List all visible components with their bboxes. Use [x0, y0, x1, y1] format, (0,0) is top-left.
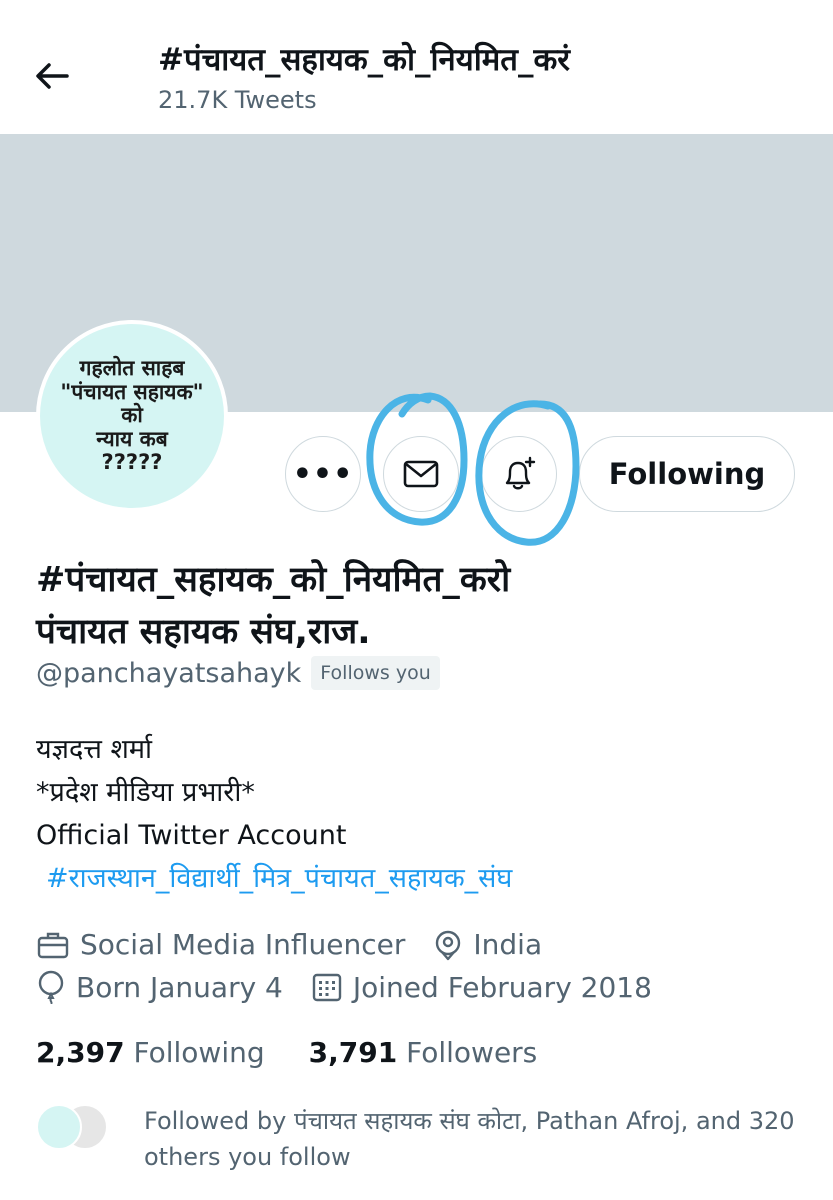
profile-bio: यज्ञदत्त शर्मा *प्रदेश मीडिया प्रभारी* O…: [36, 728, 512, 900]
meta-row-2: Born January 4 Joined February 2018: [36, 970, 652, 1004]
notifications-button[interactable]: [481, 436, 557, 512]
profile-handle: @panchayatsahayk: [36, 657, 302, 689]
bio-hashtag-link[interactable]: #राजस्थान_विद्यार्थी_मित्र_पंचायत_सहायक_…: [36, 857, 512, 900]
category-item: Social Media Influencer: [36, 928, 405, 961]
follows-you-badge: Follows you: [311, 656, 440, 690]
location-text: India: [473, 928, 543, 961]
avatar-text-line: गहलोत साहब: [79, 356, 185, 381]
bio-line: Official Twitter Account: [36, 820, 347, 851]
calendar-icon: [312, 973, 342, 1002]
more-icon: •••: [292, 456, 354, 492]
location-item: India: [433, 928, 542, 961]
tweet-count: 21.7K Tweets: [158, 86, 317, 114]
followers-label: Followers: [406, 1036, 538, 1069]
birthday-item: Born January 4: [36, 970, 283, 1004]
joined-text: Joined February 2018: [352, 970, 652, 1004]
balloon-icon: [38, 970, 64, 1004]
avatar[interactable]: गहलोत साहब "पंचायत सहायक" को न्याय कब ??…: [36, 320, 228, 512]
handle-row: @panchayatsahayk Follows you: [36, 656, 440, 690]
following-button[interactable]: Following: [579, 436, 795, 512]
avatar-text-line: "पंचायत सहायक": [60, 379, 204, 404]
bio-line: यज्ञदत्त शर्मा: [36, 734, 153, 765]
profile-name: #पंचायत_सहायक_को_नियमित_करो पंचायत सहायक…: [36, 554, 510, 658]
more-button[interactable]: •••: [285, 436, 361, 512]
header-title: #पंचायत_सहायक_को_नियमित_करं: [158, 42, 570, 78]
category-text: Social Media Influencer: [80, 928, 406, 961]
briefcase-icon: [37, 932, 69, 958]
profile-name-line: पंचायत सहायक संघ,राज.: [36, 612, 371, 652]
follow-stats: 2,397 Following 3,791 Followers: [36, 1036, 537, 1069]
avatar-text-line: ?????: [101, 450, 163, 475]
meta-row-1: Social Media Influencer India: [36, 928, 542, 961]
location-pin-icon: [436, 930, 461, 960]
following-label: Following: [133, 1036, 265, 1069]
avatar-text-line: को: [121, 403, 143, 428]
profile-name-line: #पंचायत_सहायक_को_नियमित_करो: [36, 560, 511, 600]
mail-icon: [403, 460, 439, 488]
following-stat-link[interactable]: 2,397 Following: [36, 1036, 265, 1069]
back-arrow-icon: [36, 63, 69, 89]
message-button[interactable]: [383, 436, 459, 512]
joined-item: Joined February 2018: [311, 971, 652, 1004]
followed-by-text[interactable]: Followed by पंचायत सहायक संघ कोटा, Patha…: [144, 1103, 804, 1175]
followed-avatar: [36, 1104, 82, 1150]
bell-plus-icon: [505, 456, 536, 490]
avatar-text-line: न्याय कब: [96, 426, 168, 451]
following-count: 2,397: [36, 1036, 125, 1069]
birthday-text: Born January 4: [76, 970, 283, 1004]
back-button[interactable]: [22, 52, 82, 100]
bio-line: *प्रदेश मीडिया प्रभारी*: [36, 777, 255, 808]
followers-stat-link[interactable]: 3,791 Followers: [309, 1036, 538, 1069]
followed-by-avatars[interactable]: [36, 1104, 120, 1150]
followers-count: 3,791: [308, 1036, 398, 1069]
